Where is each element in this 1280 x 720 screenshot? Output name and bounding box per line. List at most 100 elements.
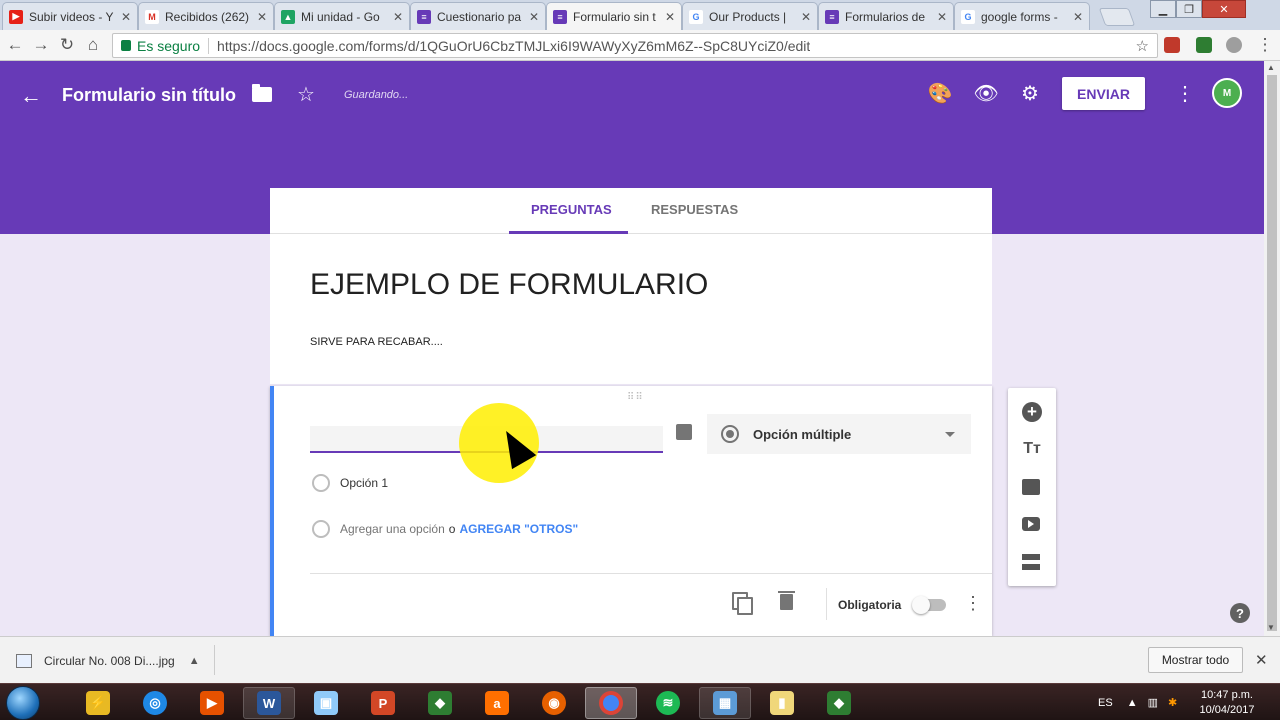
add-video-icon[interactable] xyxy=(1022,517,1040,531)
maximize-icon[interactable]: ❐ xyxy=(1176,0,1202,18)
browser-tab[interactable]: ≡ Formularios de ✕ xyxy=(818,2,954,30)
form-title[interactable]: EJEMPLO DE FORMULARIO xyxy=(310,268,708,302)
close-tab-icon[interactable]: ✕ xyxy=(801,10,811,24)
duplicate-icon[interactable] xyxy=(732,592,753,615)
send-button[interactable]: ENVIAR xyxy=(1062,77,1145,110)
tab-questions[interactable]: PREGUNTAS xyxy=(531,202,612,217)
tab-responses[interactable]: RESPUESTAS xyxy=(651,202,738,217)
close-tab-icon[interactable]: ✕ xyxy=(257,10,267,24)
form-tabs: PREGUNTAS RESPUESTAS xyxy=(270,188,992,234)
add-image-icon[interactable] xyxy=(1022,479,1040,495)
star-icon[interactable]: ☆ xyxy=(297,82,315,107)
drive-icon: ▲ xyxy=(281,9,295,24)
close-tab-icon[interactable]: ✕ xyxy=(665,10,675,24)
more-options-icon[interactable]: ⋮ xyxy=(1175,81,1195,106)
image-file-icon xyxy=(16,654,32,668)
taskbar-app[interactable]: ▣ xyxy=(300,687,352,719)
taskbar-app[interactable]: a xyxy=(471,687,523,719)
add-section-icon[interactable] xyxy=(1022,554,1040,570)
help-icon[interactable]: ? xyxy=(1230,603,1250,623)
media-player-icon: ▶ xyxy=(200,691,224,715)
option-label[interactable]: Opción 1 xyxy=(340,476,388,490)
chevron-up-icon[interactable]: ▲ xyxy=(189,655,200,667)
language-indicator[interactable]: ES xyxy=(1098,697,1113,709)
palette-icon[interactable]: 🎨 xyxy=(928,81,953,105)
taskbar-app[interactable]: ◆ xyxy=(414,687,466,719)
minimize-icon[interactable]: ▁ xyxy=(1150,0,1176,18)
taskbar-app-chrome[interactable] xyxy=(585,687,637,719)
start-button[interactable] xyxy=(6,686,40,720)
clock[interactable]: 10:47 p.m. 10/04/2017 xyxy=(1182,688,1272,718)
reload-icon[interactable]: ↻ xyxy=(57,35,77,55)
form-description[interactable]: SIRVE PARA RECABAR.... xyxy=(310,336,443,348)
google-icon: G xyxy=(689,9,703,24)
url-text: https://docs.google.com/forms/d/1QGuOrU6… xyxy=(217,37,811,54)
window-controls: ▁ ❐ ✕ xyxy=(1150,0,1246,18)
add-title-icon[interactable]: Tт xyxy=(1022,439,1042,459)
browser-tab[interactable]: ≡ Cuestionario pa ✕ xyxy=(410,2,546,30)
menu-icon[interactable]: ⋮ xyxy=(1255,35,1275,55)
network-icon[interactable]: ▥ xyxy=(1148,696,1158,709)
close-icon[interactable]: ✕ xyxy=(1255,651,1268,669)
close-tab-icon[interactable]: ✕ xyxy=(937,10,947,24)
taskbar-app[interactable]: ⚡ xyxy=(72,687,124,719)
browser-tab[interactable]: ▶ Subir videos - Y ✕ xyxy=(2,2,138,30)
pdf-extension-icon[interactable] xyxy=(1164,37,1180,53)
taskbar-app[interactable]: ◎ xyxy=(129,687,181,719)
close-tab-icon[interactable]: ✕ xyxy=(529,10,539,24)
tray-expand-icon[interactable]: ▲ xyxy=(1127,697,1138,709)
window-close-icon[interactable]: ✕ xyxy=(1202,0,1246,18)
add-option-link[interactable]: Agregar una opción xyxy=(340,522,445,536)
scroll-down-icon[interactable]: ▼ xyxy=(1267,623,1275,632)
required-toggle[interactable] xyxy=(912,596,946,614)
folder-icon: ▮ xyxy=(770,691,794,715)
taskbar-app-firefox[interactable]: ◉ xyxy=(528,687,580,719)
vertical-scrollbar[interactable]: ▲ ▼ xyxy=(1264,61,1280,636)
folder-icon[interactable] xyxy=(252,84,272,102)
back-arrow-icon[interactable]: ← xyxy=(20,83,42,109)
scroll-up-icon[interactable]: ▲ xyxy=(1267,63,1275,72)
add-question-icon[interactable]: + xyxy=(1022,402,1042,422)
taskbar-app[interactable]: ▦ xyxy=(699,687,751,719)
browser-tab[interactable]: M Recibidos (262) ✕ xyxy=(138,2,274,30)
taskbar-app-spotify[interactable]: ≋ xyxy=(642,687,694,719)
firefox-icon: ◉ xyxy=(542,691,566,715)
close-tab-icon[interactable]: ✕ xyxy=(1073,10,1083,24)
document-title[interactable]: Formulario sin título xyxy=(62,85,236,106)
taskbar-app-powerpoint[interactable]: P xyxy=(357,687,409,719)
avatar[interactable]: M xyxy=(1212,78,1242,108)
forward-icon[interactable]: → xyxy=(31,35,51,55)
address-bar[interactable]: Es seguro https://docs.google.com/forms/… xyxy=(112,33,1158,58)
new-tab-button[interactable] xyxy=(1098,8,1136,26)
drag-handle-icon[interactable]: ⠿⠿ xyxy=(627,392,644,403)
settings-gear-icon[interactable]: ⚙ xyxy=(1018,81,1042,105)
notification-icon[interactable]: ✱ xyxy=(1168,696,1177,709)
extension-icon[interactable] xyxy=(1196,37,1212,53)
add-other-link[interactable]: AGREGAR "OTROS" xyxy=(459,522,578,536)
home-icon[interactable]: ⌂ xyxy=(83,35,103,55)
taskbar-app[interactable]: ▮ xyxy=(756,687,808,719)
download-item[interactable]: Circular No. 008 Di....jpg ▲ xyxy=(16,654,200,668)
question-type-select[interactable]: Opción múltiple xyxy=(707,414,971,454)
drive-extension-icon[interactable] xyxy=(1226,37,1242,53)
option-row[interactable]: Opción 1 xyxy=(312,474,388,492)
close-tab-icon[interactable]: ✕ xyxy=(393,10,403,24)
taskbar-app-word[interactable]: W xyxy=(243,687,295,719)
browser-tab-active[interactable]: ≡ Formulario sin t ✕ xyxy=(546,2,682,30)
question-card[interactable]: ⠿⠿ Opción múltiple Opción 1 Agregar una … xyxy=(270,386,992,636)
back-icon[interactable]: ← xyxy=(5,35,25,55)
show-all-button[interactable]: Mostrar todo xyxy=(1148,647,1243,673)
close-tab-icon[interactable]: ✕ xyxy=(121,10,131,24)
browser-tab[interactable]: Ggoogle forms - ✕ xyxy=(954,2,1090,30)
delete-trash-icon[interactable] xyxy=(778,591,795,610)
add-image-icon[interactable] xyxy=(676,424,692,440)
browser-tab[interactable]: G Our Products | ✕ xyxy=(682,2,818,30)
preview-eye-icon[interactable]: 👁 xyxy=(973,81,998,105)
question-more-icon[interactable]: ⋮ xyxy=(964,593,982,614)
taskbar-app[interactable]: ◆ xyxy=(813,687,865,719)
scroll-thumb[interactable] xyxy=(1267,75,1277,631)
taskbar-app[interactable]: ▶ xyxy=(186,687,238,719)
form-title-card: EJEMPLO DE FORMULARIO SIRVE PARA RECABAR… xyxy=(270,234,992,384)
bookmark-star-icon[interactable]: ☆ xyxy=(1136,37,1149,55)
browser-tab[interactable]: ▲ Mi unidad - Go ✕ xyxy=(274,2,410,30)
